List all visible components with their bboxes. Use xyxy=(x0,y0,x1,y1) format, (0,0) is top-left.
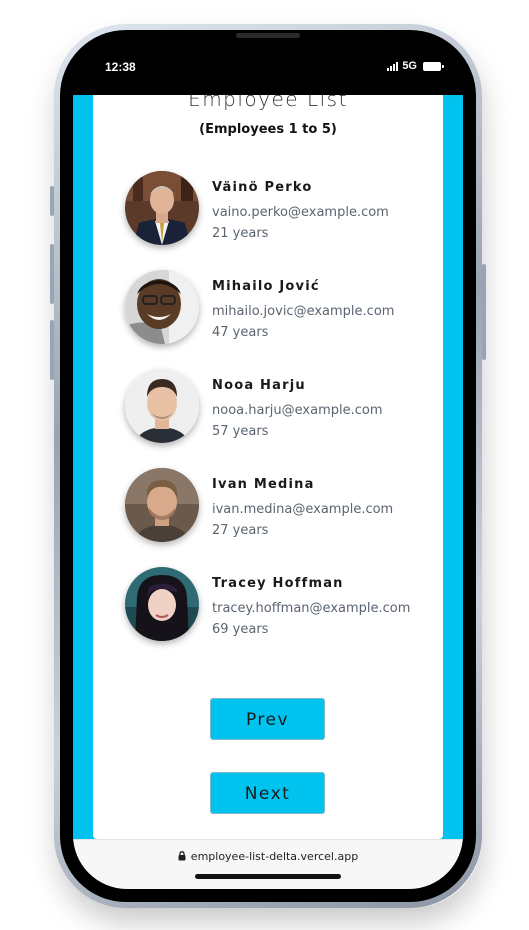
employee-name: Ivan Medina xyxy=(212,477,315,492)
employee-email: vaino.perko@example.com xyxy=(212,205,389,220)
volume-down-button xyxy=(50,320,54,380)
next-button[interactable]: Next xyxy=(210,772,325,814)
employee-age: 27 years xyxy=(212,523,269,538)
silent-switch xyxy=(50,186,54,216)
avatar xyxy=(125,270,199,344)
power-button xyxy=(482,264,486,360)
list-item: Tracey Hoffman tracey.hoffman@example.co… xyxy=(125,567,435,643)
list-item: Väinö Perko vaino.perko@example.com 21 y… xyxy=(125,171,435,247)
avatar xyxy=(125,369,199,443)
list-item: Ivan Medina ivan.medina@example.com 27 y… xyxy=(125,468,435,544)
list-item: Mihailo Jović mihailo.jovic@example.com … xyxy=(125,270,435,346)
lock-icon xyxy=(178,851,186,864)
list-item: Nooa Harju nooa.harju@example.com 57 yea… xyxy=(125,369,435,445)
phone-screen: 12:38 5G Employee List (Employees 1 to 5… xyxy=(73,43,463,889)
employee-email: tracey.hoffman@example.com xyxy=(212,601,411,616)
earpiece-speaker xyxy=(236,33,300,38)
employee-age: 57 years xyxy=(212,424,269,439)
browser-url-bar[interactable]: employee-list-delta.vercel.app xyxy=(73,839,463,889)
employee-name: Nooa Harju xyxy=(212,378,306,393)
volume-up-button xyxy=(50,244,54,304)
employee-age: 69 years xyxy=(212,622,269,637)
employee-age: 21 years xyxy=(212,226,269,241)
network-type: 5G xyxy=(402,60,417,72)
signal-bars-icon xyxy=(387,61,399,71)
url-text: employee-list-delta.vercel.app xyxy=(190,850,359,863)
employee-name: Väinö Perko xyxy=(212,180,313,195)
avatar xyxy=(125,567,199,641)
employee-email: mihailo.jovic@example.com xyxy=(212,304,395,319)
battery-icon xyxy=(423,61,444,71)
employee-age: 47 years xyxy=(212,325,269,340)
avatar xyxy=(125,171,199,245)
page-subtitle: (Employees 1 to 5) xyxy=(199,122,337,137)
status-time: 12:38 xyxy=(105,60,136,74)
url-display[interactable]: employee-list-delta.vercel.app xyxy=(73,850,463,864)
page-title: Employee List xyxy=(188,95,348,111)
employee-email: nooa.harju@example.com xyxy=(212,403,383,418)
employee-email: ivan.medina@example.com xyxy=(212,502,394,517)
status-indicators: 5G xyxy=(387,60,444,72)
employee-card: Employee List (Employees 1 to 5) Väinö P… xyxy=(93,95,443,839)
home-indicator[interactable] xyxy=(195,874,341,879)
employee-name: Tracey Hoffman xyxy=(212,576,344,591)
prev-button[interactable]: Prev xyxy=(210,698,325,740)
avatar xyxy=(125,468,199,542)
employee-name: Mihailo Jović xyxy=(212,279,320,294)
web-viewport[interactable]: Employee List (Employees 1 to 5) Väinö P… xyxy=(73,95,463,839)
